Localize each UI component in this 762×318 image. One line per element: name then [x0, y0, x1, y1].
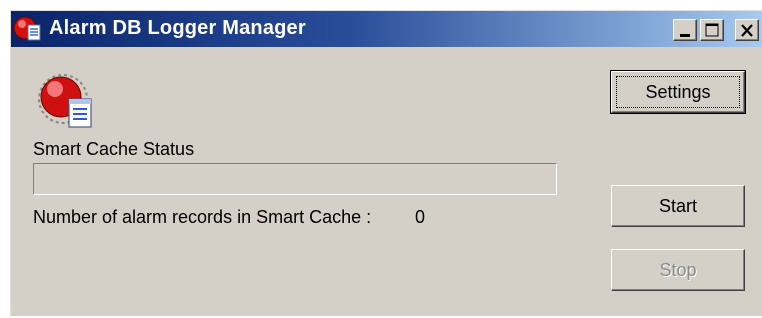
- start-button[interactable]: Start: [611, 185, 745, 227]
- settings-button[interactable]: Settings: [610, 70, 746, 114]
- records-count-value: 0: [415, 207, 426, 227]
- cache-status-label: Smart Cache Status: [33, 139, 195, 159]
- alarm-logger-icon: [13, 16, 41, 41]
- cache-progress-bar: [33, 163, 557, 195]
- stop-button[interactable]: Stop: [611, 249, 745, 291]
- maximize-icon: [705, 23, 719, 37]
- app-window: Alarm DB Logger Manager Smart Cache Stat…: [10, 10, 762, 316]
- minimize-button[interactable]: [673, 19, 697, 41]
- close-button[interactable]: [735, 19, 759, 41]
- stop-button-label: Stop: [659, 260, 697, 280]
- window-title: Alarm DB Logger Manager: [49, 17, 306, 39]
- start-button-label: Start: [658, 196, 697, 216]
- title-bar[interactable]: Alarm DB Logger Manager: [11, 11, 762, 47]
- alarm-logger-icon: [38, 74, 92, 128]
- maximize-button[interactable]: [700, 19, 724, 41]
- settings-button-label: Settings: [645, 82, 711, 102]
- records-count-label: Number of alarm records in Smart Cache :: [33, 207, 372, 227]
- minimize-icon: [680, 34, 690, 37]
- close-icon: [741, 24, 753, 37]
